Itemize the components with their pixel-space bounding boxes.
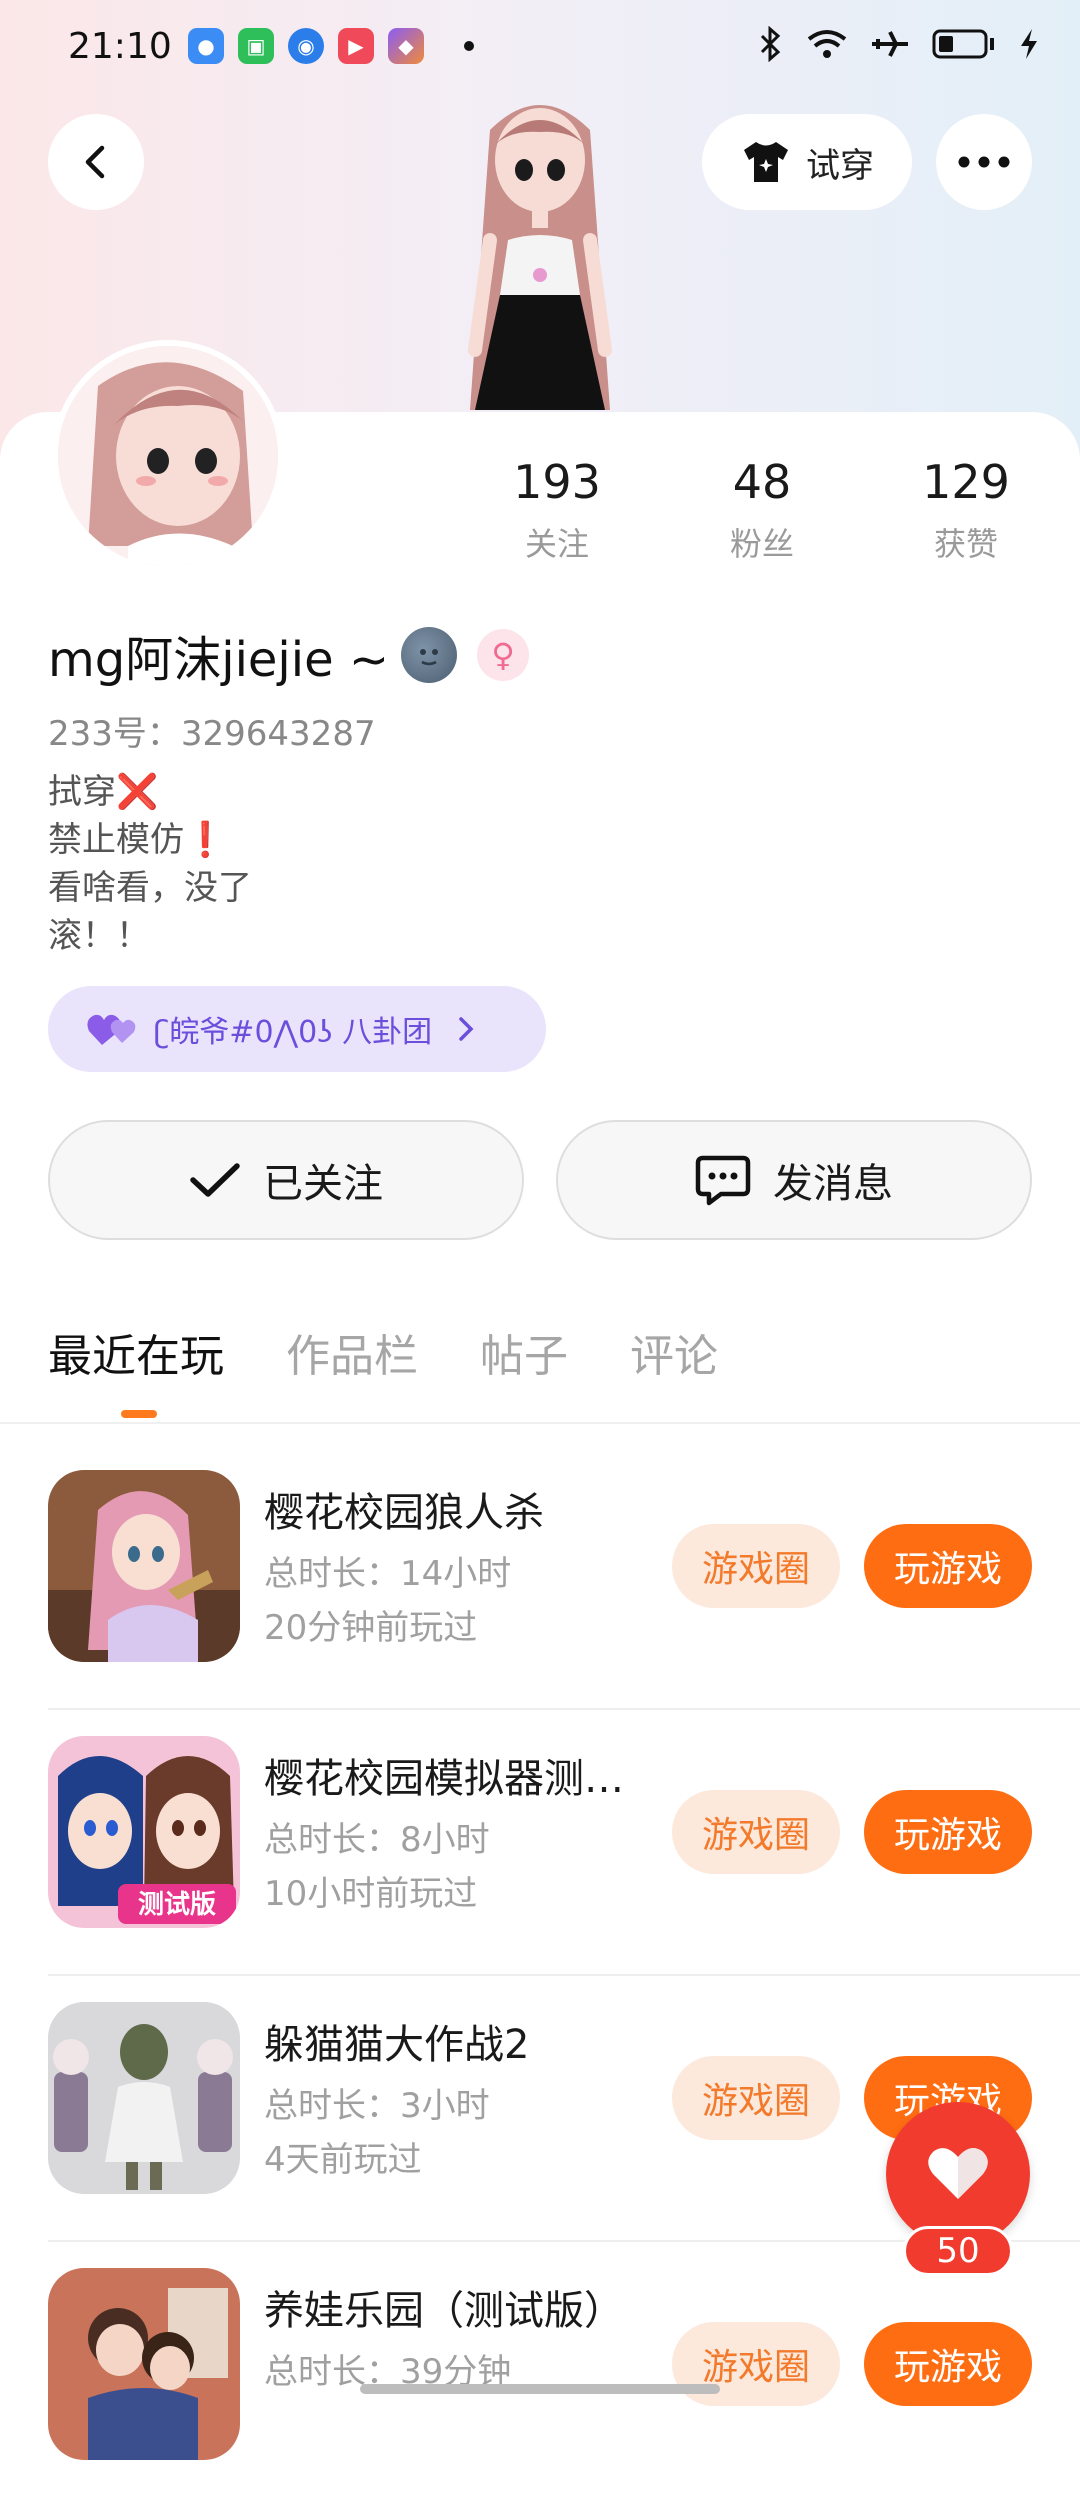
tab-recently-played[interactable]: 最近在玩: [48, 1320, 224, 1384]
system-status-icons: [758, 26, 1040, 62]
game-circle-button[interactable]: 游戏圈: [672, 1790, 840, 1874]
stat-following-label: 关注: [524, 525, 589, 563]
game-row[interactable]: 养娃乐园（测试版） 总时长：39分钟 游戏圈 玩游戏: [0, 2242, 1080, 2508]
bluetooth-icon: [760, 26, 781, 62]
avatar-3d-figure: [468, 105, 612, 410]
game-play-duration: 总时长：14小时: [264, 1554, 512, 1594]
more-notifications-dot: [464, 41, 474, 51]
bio-line: 看啥看，没了: [48, 868, 252, 908]
tab-posts[interactable]: 帖子: [480, 1320, 568, 1384]
send-message-button[interactable]: 发消息: [556, 1120, 1032, 1240]
stat-fans-value: 48: [732, 455, 792, 509]
game-icon: 测试版: [48, 1736, 240, 1928]
wifi-icon: [807, 30, 847, 58]
game-last-played: 20分钟前玩过: [264, 1608, 478, 1648]
stat-following[interactable]: 193 关注: [477, 455, 637, 565]
game-row[interactable]: 樱花校园狼人杀 总时长：14小时 20分钟前玩过 游戏圈 玩游戏: [0, 1444, 1080, 1710]
notification-icons: ● ▣ ◉ ▶ ◆: [188, 28, 474, 64]
fan-group-chip[interactable]: ʗ皖爷#0⋀0ʖ 八卦团: [48, 986, 546, 1072]
game-last-played: 10小时前玩过: [264, 1874, 478, 1914]
like-fab-button[interactable]: [886, 2102, 1030, 2246]
game-title: 躲猫猫大作战2: [264, 2022, 530, 2068]
try-on-button[interactable]: 试穿: [702, 114, 912, 210]
home-indicator[interactable]: [360, 2384, 720, 2394]
active-tab-indicator: [121, 1410, 157, 1418]
game-title: 樱花校园狼人杀: [264, 1490, 544, 1536]
game-circle-button[interactable]: 游戏圈: [672, 2056, 840, 2140]
bio-line: 禁止模仿❗: [48, 820, 227, 860]
game-play-duration: 总时长：3小时: [264, 2086, 490, 2126]
gallery-app-icon: ◆: [388, 28, 424, 64]
stat-fans-label: 粉丝: [729, 525, 794, 563]
browser-app-icon: ◉: [288, 28, 324, 64]
tshirt-icon: [744, 142, 788, 182]
battery-icon: [932, 29, 994, 59]
avatar-image: [58, 346, 278, 566]
svg-text:测试版: 测试版: [138, 1890, 216, 1920]
stat-fans[interactable]: 48 粉丝: [682, 455, 842, 565]
more-options-button[interactable]: [936, 114, 1032, 210]
female-gender-icon: ♀: [477, 629, 530, 681]
status-bar: 21:10 ● ▣ ◉ ▶ ◆: [0, 0, 1080, 96]
profile-bio: 拭穿❌ 禁止模仿❗ 看啥看，没了 滚！！: [48, 768, 252, 960]
play-game-button[interactable]: 玩游戏: [864, 1524, 1032, 1608]
play-game-button[interactable]: 玩游戏: [864, 1790, 1032, 1874]
game-row[interactable]: 测试版 樱花校园模拟器测试版 总时长：8小时 10小时前玩过 游戏圈 玩游戏: [0, 1710, 1080, 1976]
send-message-label: 发消息: [773, 1161, 893, 1207]
play-game-button[interactable]: 玩游戏: [864, 2322, 1032, 2406]
chat-app-icon: ●: [188, 28, 224, 64]
game-title: 养娃乐园（测试版）: [264, 2288, 624, 2334]
chevron-right-icon: [459, 1017, 474, 1041]
shop-app-icon: ▣: [238, 28, 274, 64]
moon-badge-icon: [401, 627, 458, 683]
heart-icon: [928, 2148, 988, 2199]
avatar[interactable]: [52, 340, 284, 572]
game-last-played: 4天前玩过: [264, 2140, 422, 2180]
game-play-duration: 总时长：8小时: [264, 1820, 490, 1860]
bio-line: 滚！！: [48, 916, 150, 956]
user-id: 233号：329643287: [48, 714, 376, 754]
game-icon: [48, 1470, 240, 1662]
back-button[interactable]: [48, 114, 144, 210]
chevron-left-icon: [85, 145, 105, 179]
stat-likes-label: 获赞: [933, 525, 998, 563]
bio-line: 拭穿❌: [48, 772, 159, 812]
airplane-mode-icon: [872, 31, 908, 57]
profile-tabs: 最近在玩 作品栏 帖子 评论: [48, 1320, 718, 1384]
game-title: 樱花校园模拟器测试版: [264, 1756, 654, 1802]
tab-comments[interactable]: 评论: [630, 1320, 718, 1384]
chat-bubble-icon: [695, 1155, 751, 1206]
fan-group-label: ʗ皖爷#0⋀0ʖ 八卦团: [154, 1015, 433, 1050]
profile-name-row: mg阿沫jiejie ~ ♀: [48, 620, 530, 690]
charging-icon: [1021, 29, 1037, 59]
game-icon: [48, 2002, 240, 2194]
stat-likes[interactable]: 129 获赞: [886, 455, 1046, 565]
following-label: 已关注: [263, 1161, 383, 1207]
like-count-badge: 50: [903, 2226, 1013, 2276]
more-dots-icon: [958, 156, 1010, 168]
stat-following-value: 193: [513, 455, 601, 509]
status-time: 21:10: [68, 26, 172, 67]
profile-name: mg阿沫jiejie ~: [48, 632, 390, 688]
game-icon: [48, 2268, 240, 2460]
double-heart-icon: [87, 1014, 136, 1045]
video-app-icon: ▶: [338, 28, 374, 64]
following-button[interactable]: 已关注: [48, 1120, 524, 1240]
try-on-label: 试穿: [806, 145, 874, 186]
tab-works[interactable]: 作品栏: [286, 1320, 418, 1384]
checkmark-icon: [190, 1163, 240, 1197]
tabs-divider: [0, 1422, 1080, 1424]
game-circle-button[interactable]: 游戏圈: [672, 1524, 840, 1608]
stat-likes-value: 129: [922, 455, 1010, 509]
